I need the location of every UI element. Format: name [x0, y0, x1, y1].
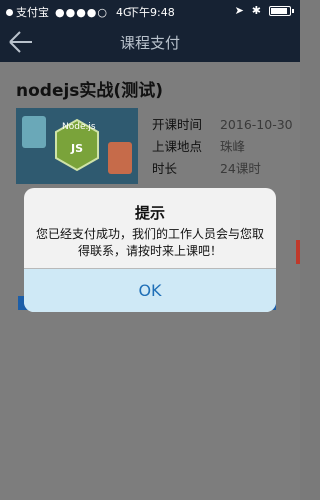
info-row-duration: 时长 24课时: [152, 158, 293, 180]
bluetooth-icon: ✱: [251, 4, 261, 17]
info-label: 开课时间: [152, 117, 203, 132]
page-title: 课程支付: [119, 34, 180, 52]
thumbnail-decoration: [22, 116, 46, 148]
info-value: 24课时: [219, 161, 261, 176]
ok-button[interactable]: OK: [24, 269, 276, 312]
background-accent: [296, 240, 300, 264]
course-thumbnail: JS Node.js: [16, 108, 138, 184]
course-info: 开课时间 2016-10-30 上课地点 珠峰 时长 24课时: [152, 114, 293, 180]
info-value: 珠峰: [219, 139, 245, 154]
nav-bar: 课程支付: [0, 22, 300, 62]
info-label: 时长: [152, 161, 178, 176]
signal-strength: ●●●●○: [55, 5, 108, 19]
svg-text:JS: JS: [70, 142, 83, 155]
course-title: nodejs实战(测试): [16, 81, 163, 101]
status-left: 支付宝 ●●●●○ 4G: [6, 4, 132, 20]
status-bar: 支付宝 ●●●●○ 4G 下午9:48 ➤ ✱: [0, 0, 300, 22]
payment-success-dialog: 提示 您已经支付成功，我们的工作人员会与您取得联系，请按时来上课吧！ OK: [24, 188, 276, 312]
carrier-label: 支付宝: [16, 6, 49, 19]
battery-tip: [292, 8, 294, 13]
dialog-message: 您已经支付成功，我们的工作人员会与您取得联系，请按时来上课吧！: [36, 227, 265, 258]
info-row-location: 上课地点 珠峰: [152, 136, 293, 158]
dialog-title: 提示: [134, 204, 165, 222]
status-right: ➤ ✱: [227, 4, 294, 17]
location-icon: ➤: [234, 4, 244, 17]
battery-icon: [269, 5, 291, 16]
thumbnail-label: Node.js: [62, 122, 96, 132]
thumbnail-decoration: [108, 142, 132, 174]
status-time: 下午9:48: [128, 6, 175, 19]
info-row-start-time: 开课时间 2016-10-30: [152, 114, 293, 136]
info-label: 上课地点: [152, 139, 203, 154]
info-value: 2016-10-30: [219, 117, 293, 132]
carrier-app-icon: [6, 8, 13, 16]
